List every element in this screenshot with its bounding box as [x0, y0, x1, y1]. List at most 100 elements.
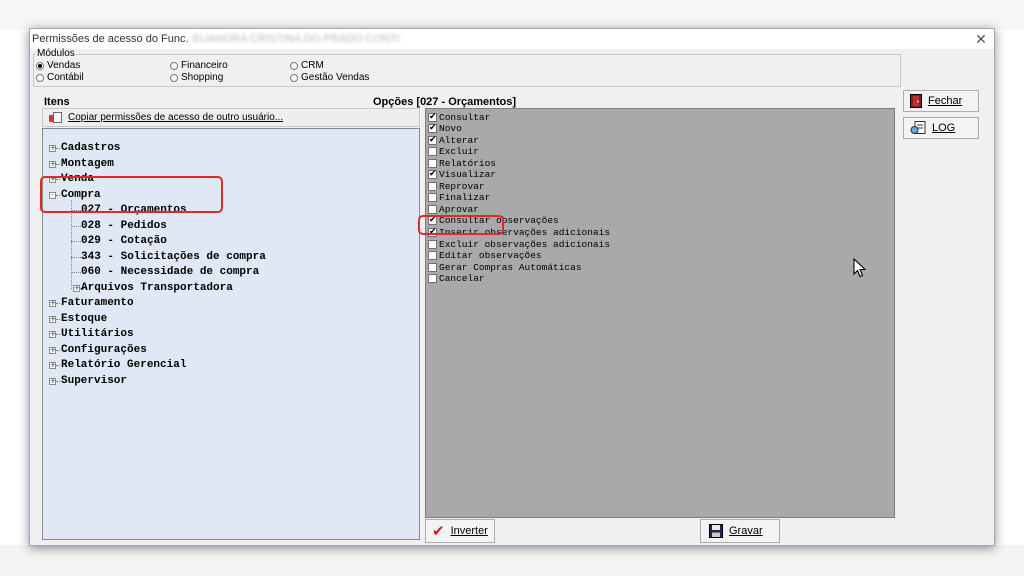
option-label: Finalizar — [439, 192, 491, 204]
option-label: Excluir — [439, 146, 479, 158]
background-app-bottom — [0, 545, 1024, 576]
tree-item[interactable]: 027 - Orçamentos — [81, 203, 187, 217]
radio-vendas[interactable]: Vendas — [36, 60, 80, 71]
option-item[interactable]: Excluir observações adicionais — [428, 238, 610, 250]
inverter-button[interactable]: ✔ Inverter — [425, 519, 495, 543]
expand-icon[interactable]: + — [49, 176, 56, 183]
tree-connector — [71, 210, 81, 211]
tree-item-label: 029 - Cotação — [81, 235, 167, 247]
tree-item[interactable]: 029 - Cotação — [81, 234, 167, 248]
radio-dot — [170, 61, 178, 70]
radio-contabil[interactable]: Contábil — [36, 72, 84, 83]
collapse-icon[interactable]: - — [49, 191, 56, 199]
expand-icon[interactable]: + — [49, 145, 56, 152]
tree-item[interactable]: 060 - Necessidade de compra — [81, 265, 259, 279]
tree-connector — [71, 272, 81, 273]
tree-item[interactable]: Configurações — [61, 343, 147, 357]
radio-dot — [36, 73, 44, 82]
permissions-dialog: Permissões de acesso do Func. ELIANDRA CR… — [29, 28, 995, 546]
radio-crm[interactable]: CRM — [290, 60, 324, 71]
option-item[interactable]: Aprovar — [428, 203, 479, 215]
tree-item[interactable]: 028 - Pedidos — [81, 219, 167, 233]
tree-item-label: Compra — [61, 188, 101, 201]
expand-icon[interactable]: + — [49, 300, 56, 307]
tree-item-label: 343 - Solicitações de compra — [81, 250, 266, 263]
option-item[interactable]: Finalizar — [428, 192, 490, 204]
items-tree[interactable]: + Cadastros + Montagem + Venda - Compra 027 - Or… — [42, 128, 420, 540]
option-item[interactable]: Excluir — [428, 146, 479, 158]
checkbox-unchecked[interactable] — [428, 193, 437, 203]
tree-item-label: Estoque — [61, 312, 108, 325]
tree-item[interactable]: Supervisor — [61, 374, 127, 388]
option-item[interactable]: Cancelar — [428, 273, 485, 285]
close-icon: ✕ — [975, 31, 987, 47]
checkbox-checked[interactable]: ✔ — [428, 135, 437, 145]
option-item[interactable]: ✔ Consultar — [428, 111, 490, 123]
radio-shopping[interactable]: Shopping — [170, 72, 223, 83]
tree-connector — [71, 225, 81, 227]
radio-financeiro[interactable]: Financeiro — [170, 60, 228, 71]
itens-header: Itens — [44, 96, 70, 108]
tree-item[interactable]: 343 - Solicitações de compra — [81, 250, 266, 264]
tree-connector — [56, 179, 60, 180]
tree-connector — [71, 241, 81, 242]
gravar-button[interactable]: Gravar — [700, 519, 780, 543]
option-item[interactable]: ✔ Inserir observações adicionais — [428, 227, 610, 239]
fechar-button[interactable]: Fechar — [903, 90, 979, 112]
dialog-title-text: Permissões de acesso do Func. — [32, 33, 189, 45]
tree-item[interactable]: Estoque — [61, 312, 107, 326]
option-label: Gerar Compras Automáticas — [439, 261, 582, 273]
tree-item[interactable]: Cadastros — [61, 141, 120, 155]
expand-icon[interactable]: + — [49, 362, 56, 369]
checkbox-unchecked[interactable] — [428, 204, 437, 214]
copy-permissions-button[interactable]: Copiar permissões de acesso de outro usu… — [42, 108, 420, 127]
expand-icon[interactable]: + — [73, 284, 80, 292]
checkbox-checked[interactable]: ✔ — [428, 216, 437, 226]
option-item[interactable]: Editar observações — [428, 250, 542, 262]
tree-item[interactable]: Montagem — [61, 157, 114, 171]
option-item[interactable]: Relatórios — [428, 157, 496, 169]
checkbox-unchecked[interactable] — [428, 147, 437, 157]
checkbox-checked[interactable]: ✔ — [428, 124, 437, 134]
radio-gestao-vendas[interactable]: Gestão Vendas — [290, 72, 369, 83]
option-item[interactable]: ✔ Alterar — [428, 134, 479, 146]
expand-icon[interactable]: + — [49, 315, 56, 323]
checkbox-unchecked[interactable] — [428, 251, 437, 261]
expand-icon[interactable]: + — [49, 160, 56, 168]
option-item[interactable]: Reprovar — [428, 180, 485, 192]
radio-label: Contábil — [47, 72, 84, 83]
checkbox-checked[interactable]: ✔ — [428, 170, 437, 180]
option-item[interactable]: Gerar Compras Automáticas — [428, 261, 582, 273]
radio-label: Financeiro — [181, 60, 228, 71]
close-button[interactable]: ✕ — [972, 30, 990, 48]
checkbox-checked[interactable]: ✔ — [428, 228, 437, 237]
tree-item[interactable]: Utilitários — [61, 327, 134, 341]
option-item[interactable]: ✔ Consultar observações — [428, 215, 559, 227]
tree-item[interactable]: Compra — [61, 188, 101, 202]
option-item[interactable]: ✔ Novo — [428, 123, 462, 135]
tree-item[interactable]: Venda — [61, 172, 94, 186]
radio-dot — [170, 73, 178, 82]
checkbox-unchecked[interactable] — [428, 262, 437, 272]
checkbox-unchecked[interactable] — [428, 274, 437, 284]
tree-item[interactable]: Relatório Gerencial — [61, 358, 186, 372]
floppy-disk-icon — [709, 524, 723, 538]
tree-connector — [56, 334, 60, 335]
expand-icon[interactable]: + — [49, 377, 56, 385]
log-button[interactable]: LOG — [903, 117, 979, 139]
tree-connector — [71, 199, 72, 289]
tree-connector — [56, 163, 60, 165]
checkbox-unchecked[interactable] — [428, 239, 437, 249]
option-item[interactable]: ✔ Visualizar — [428, 169, 496, 181]
checkbox-unchecked[interactable] — [428, 158, 437, 168]
checkbox-checked[interactable]: ✔ — [428, 112, 437, 122]
option-label: Alterar — [439, 134, 479, 146]
checkbox-unchecked[interactable] — [428, 181, 437, 191]
expand-icon[interactable]: + — [49, 346, 56, 354]
tree-connector — [56, 365, 60, 366]
tree-item[interactable]: Arquivos Transportadora — [81, 281, 233, 295]
tree-connector — [56, 148, 60, 149]
expand-icon[interactable]: + — [49, 331, 56, 338]
tree-item[interactable]: Faturamento — [61, 296, 134, 310]
opcoes-header: Opções [027 - Orçamentos] — [373, 96, 517, 108]
